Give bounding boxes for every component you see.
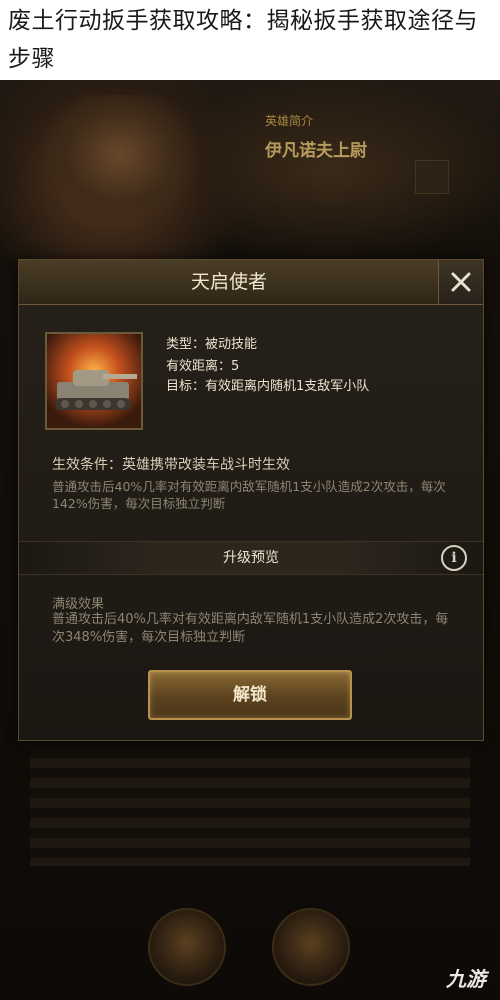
hero-label: 英雄简介 [265,114,314,128]
article-title-band: 废土行动扳手获取攻略：揭秘扳手获取途径与步骤 [0,0,500,80]
skill-dialog: 天启使者 类型：被动技能 有效距离：5 目标：有效距离内随机1支敌军小队 生效条… [18,259,484,741]
site-watermark: 九游 [446,967,486,991]
dialog-header: 天启使者 [19,260,439,305]
dialog-title: 天启使者 [190,271,267,293]
skill-description: 普通攻击后40%几率对有效距离内敌军随机1支小队造成2次攻击，每次142%伤害，… [52,479,446,511]
info-icon[interactable]: i [441,545,467,571]
background-text-block [30,748,470,866]
skill-target: 目标：有效距离内随机1支敌军小队 [166,379,370,394]
skill-icon [45,332,143,430]
article-title: 废土行动扳手获取攻略：揭秘扳手获取途径与步骤 [8,8,478,72]
max-effect-title: 满级效果 [52,597,105,612]
bottom-shield-button[interactable] [148,908,226,986]
close-icon [451,272,471,292]
close-button[interactable] [438,260,483,305]
unlock-label: 解锁 [233,685,267,705]
skill-condition: 生效条件：英雄携带改装车战斗时生效 [52,457,290,473]
bottom-card-button[interactable] [272,908,350,986]
hero-badge-icon [415,160,449,194]
max-effect-description: 普通攻击后40%几率对有效距离内敌军随机1支小队造成2次攻击，每次348%伤害，… [52,612,449,645]
upgrade-preview-bar: 升级预览 i [19,541,483,575]
skill-type: 类型：被动技能 [166,337,258,352]
unlock-button[interactable]: 解锁 [148,670,352,720]
upgrade-preview-title: 升级预览 [223,550,279,566]
skill-range: 有效距离：5 [166,359,240,374]
hero-name: 伊凡诺夫上尉 [265,141,367,161]
tank-icon [47,334,141,428]
hero-portrait [10,95,240,265]
